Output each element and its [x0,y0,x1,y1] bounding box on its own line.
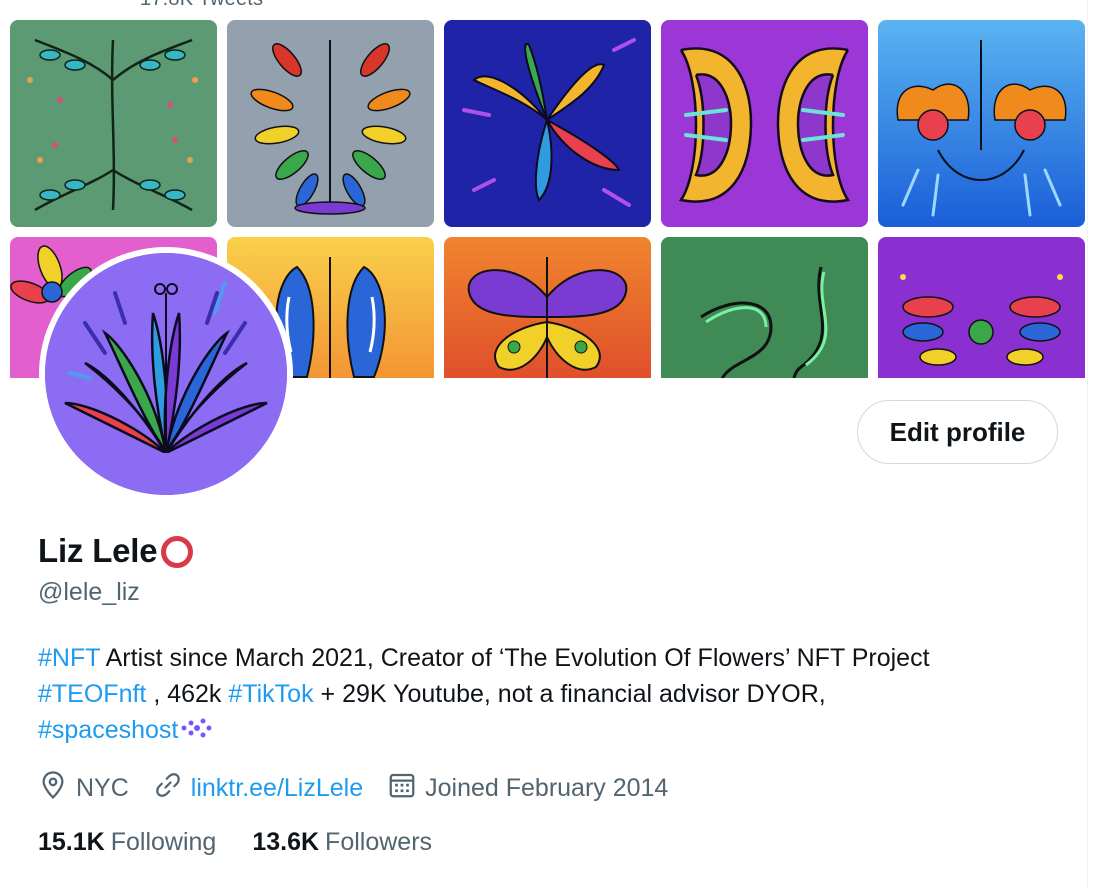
edit-profile-button[interactable]: Edit profile [857,400,1058,464]
website-item[interactable]: linktr.ee/LizLele [153,770,363,807]
profile-bio: #NFT Artist since March 2021, Creator of… [38,640,1058,750]
joined-item: Joined February 2014 [387,770,668,807]
location-pin-icon [38,770,76,807]
hashtag-teofnft[interactable]: #TEOFnft [38,680,146,708]
banner-tile-violet-pattern [878,237,1085,378]
joined-text: Joined February 2014 [425,774,669,802]
banner-tile-leaf-branches [10,20,217,227]
display-name: Liz Lele [38,532,158,569]
profile-avatar[interactable] [39,247,293,501]
location-item: NYC [38,770,129,807]
banner-tile-heart-flower [878,20,1085,227]
avatar-image [45,253,287,495]
profile-page: 17.8K Tweets [0,0,1088,888]
profile-meta: NYC linktr.ee/LizLele Joined February 20… [38,770,692,807]
red-circle-emoji-icon [161,536,194,568]
location-text: NYC [76,774,129,802]
follow-stats: 15.1K Following 13.6K Followers [38,828,468,857]
hashtag-nft[interactable]: #NFT [38,644,100,672]
followers-stat[interactable]: 13.6K Followers [252,828,432,857]
followers-count: 13.6K [252,828,320,856]
spaces-icon [180,714,214,750]
tweet-count: 17.8K Tweets [140,0,263,11]
profile-name-row: Liz Lele [38,532,194,570]
following-label: Following [110,828,217,856]
link-icon [153,770,191,807]
bio-text-3: + 29K Youtube, not a financial advisor D… [313,680,826,708]
following-count: 15.1K [38,828,105,856]
banner-tile-rainbow-flower [227,20,434,227]
following-stat[interactable]: 15.1K Following [38,828,216,857]
banner-tile-green-vine [661,237,868,378]
bio-text-1: Artist since March 2021, Creator of ‘The… [100,644,930,672]
banner-tile-blue-swirl-flower [444,20,651,227]
username-handle: @lele_liz [38,578,140,606]
bio-text-2: , 462k [146,680,229,708]
hashtag-spaceshost[interactable]: #spaceshost [38,716,178,744]
banner-tile-purple-butterfly [661,20,868,227]
banner-tile-butterfly [444,237,651,378]
followers-label: Followers [325,828,433,856]
hashtag-tiktok[interactable]: #TikTok [228,680,313,708]
website-link[interactable]: linktr.ee/LizLele [191,774,363,803]
calendar-icon [387,770,425,807]
